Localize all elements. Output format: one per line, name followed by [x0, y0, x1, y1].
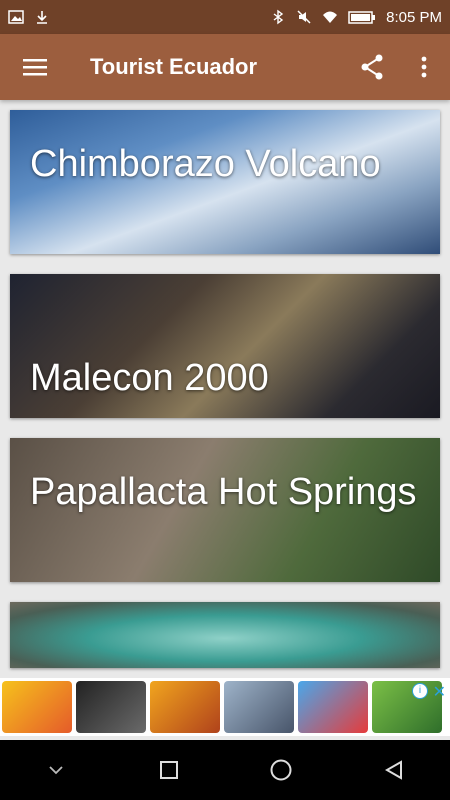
place-card-lagoon[interactable]	[10, 602, 440, 668]
place-card-title: Papallacta Hot Springs	[30, 471, 417, 513]
ad-app-tile[interactable]	[372, 681, 442, 733]
overflow-menu-button[interactable]	[398, 34, 450, 100]
wifi-icon	[323, 11, 338, 23]
places-list: Chimborazo Volcano Malecon 2000 Papallac…	[10, 110, 440, 688]
battery-icon	[348, 11, 376, 24]
download-icon	[37, 11, 47, 24]
nav-back-button[interactable]	[369, 745, 419, 795]
place-card-title: Chimborazo Volcano	[30, 143, 381, 185]
nav-home-button[interactable]	[256, 745, 306, 795]
ad-app-tile[interactable]	[224, 681, 294, 733]
ad-banner[interactable]	[0, 678, 450, 736]
mute-icon	[297, 10, 311, 24]
recents-icon	[159, 761, 178, 779]
ad-app-tile[interactable]	[150, 681, 220, 733]
nav-recents-button[interactable]	[144, 745, 194, 795]
place-card-malecon[interactable]: Malecon 2000	[10, 274, 440, 418]
back-icon	[384, 760, 402, 780]
ad-app-tile[interactable]	[298, 681, 368, 733]
navigation-bar	[0, 740, 450, 800]
image-icon	[8, 10, 24, 24]
status-time: 8:05 PM	[386, 8, 442, 26]
status-bar: 8:05 PM	[0, 0, 450, 34]
ad-app-tile[interactable]	[76, 681, 146, 733]
nav-hide-button[interactable]	[31, 745, 81, 795]
menu-button[interactable]	[0, 34, 70, 100]
share-icon	[361, 54, 383, 80]
bluetooth-icon	[273, 9, 284, 25]
ad-close-icon[interactable]: ✕	[433, 682, 446, 702]
ad-app-tile[interactable]	[2, 681, 72, 733]
share-button[interactable]	[346, 34, 398, 100]
app-title: Tourist Ecuador	[90, 54, 258, 79]
chevron-down-icon	[49, 766, 63, 775]
menu-icon	[23, 59, 47, 76]
app-bar: Tourist Ecuador	[0, 34, 450, 100]
place-card-papallacta[interactable]: Papallacta Hot Springs	[10, 438, 440, 582]
more-vertical-icon	[421, 56, 427, 78]
ad-info-icon[interactable]: i	[412, 683, 428, 699]
place-card-title: Malecon 2000	[30, 357, 269, 399]
place-card-chimborazo[interactable]: Chimborazo Volcano	[10, 110, 440, 254]
home-icon	[270, 759, 292, 781]
